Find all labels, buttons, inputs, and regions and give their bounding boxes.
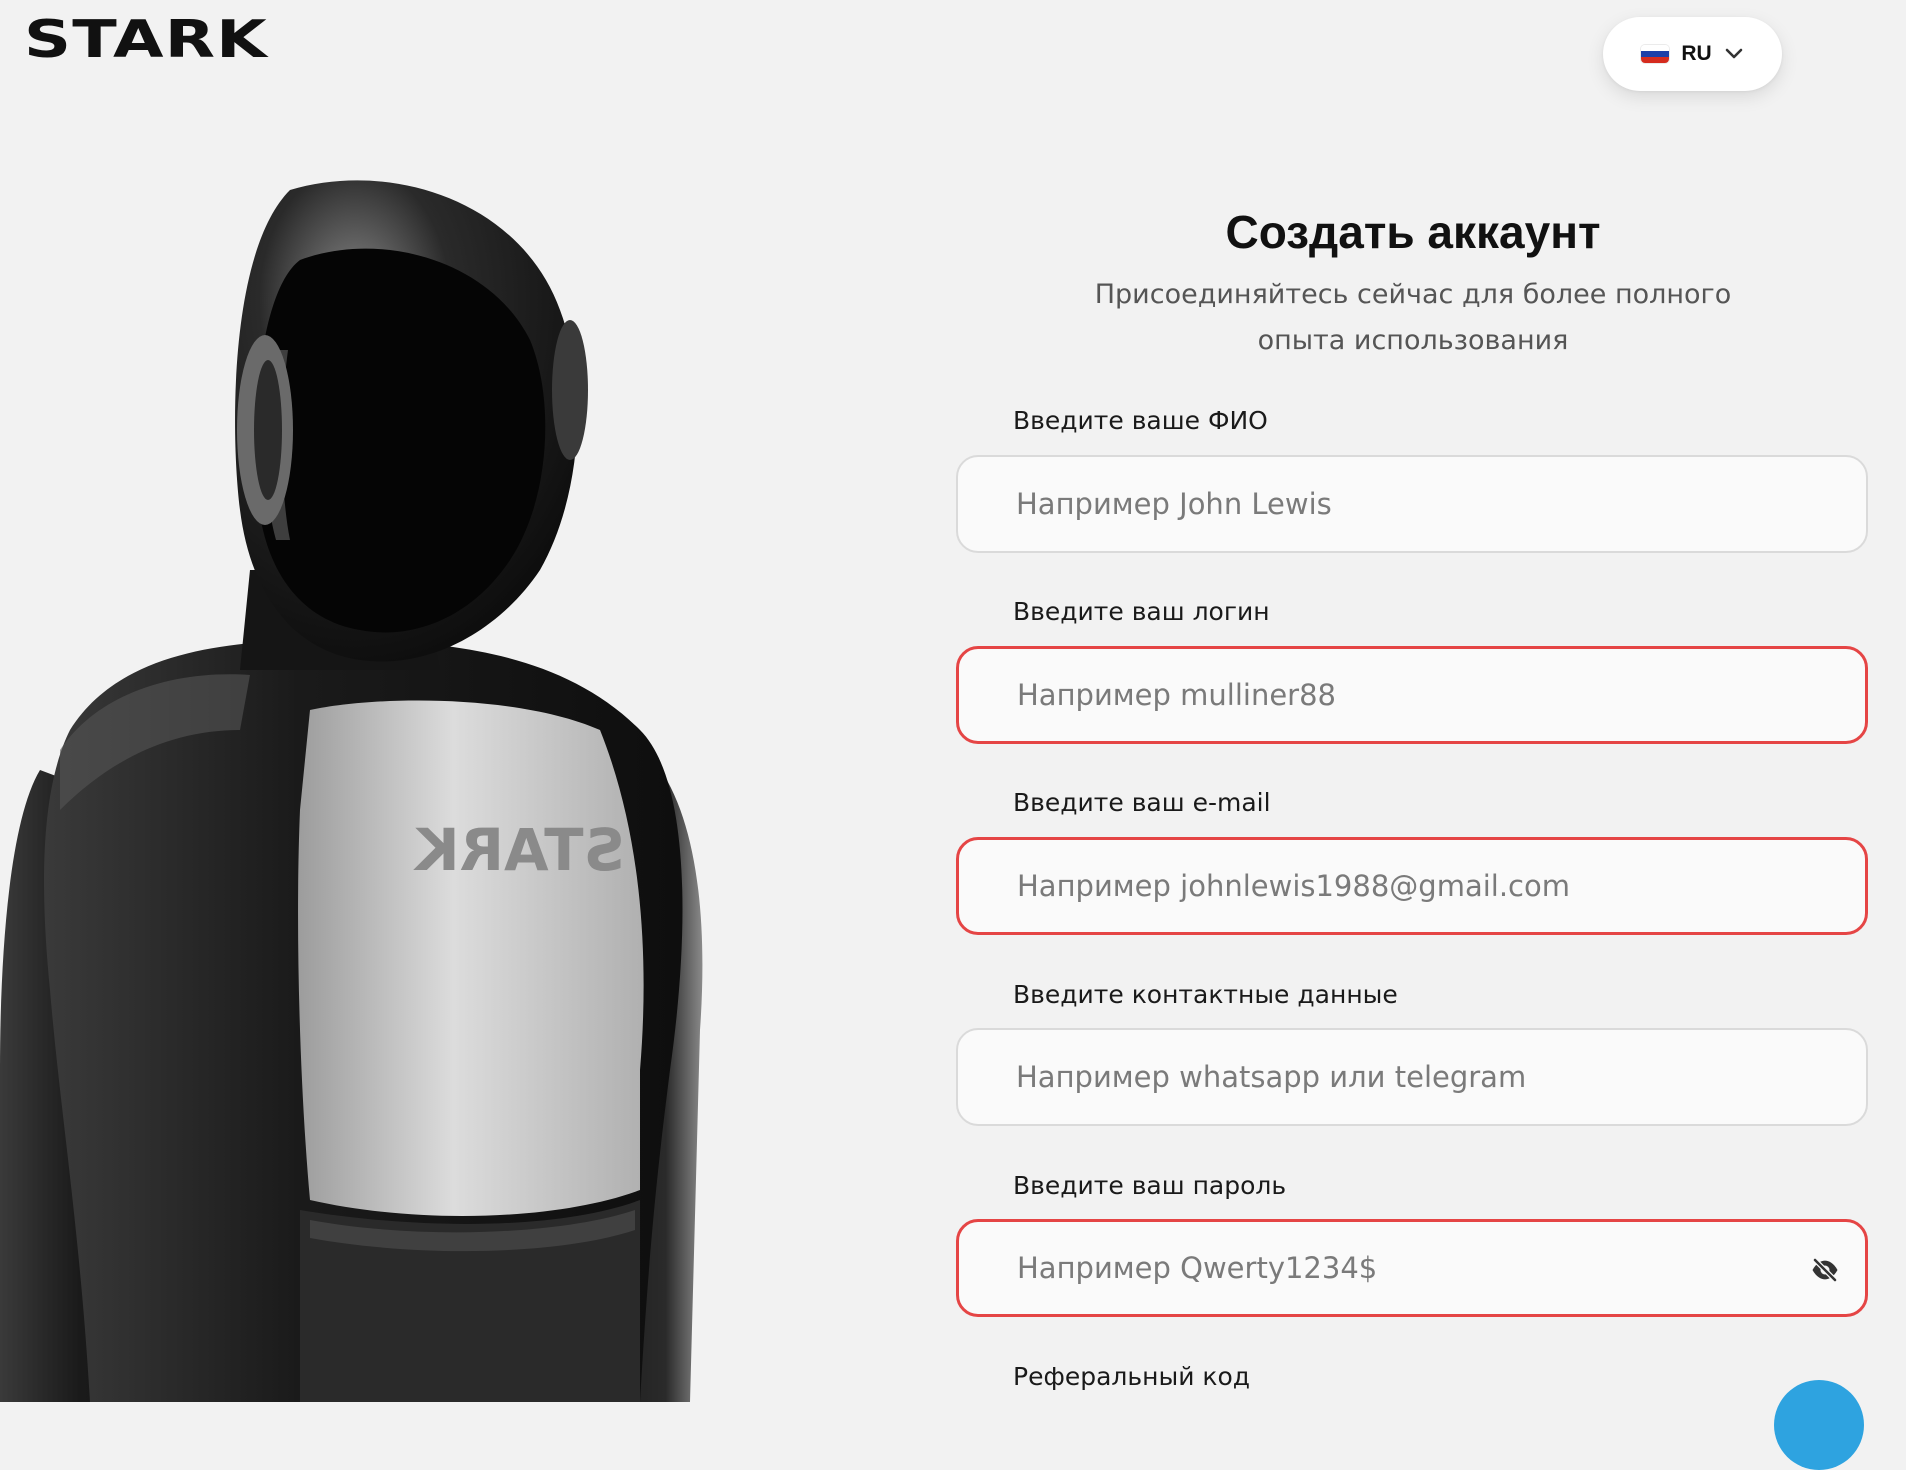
- email-label: Введите ваш e-mail: [1013, 788, 1271, 817]
- robot-right-ear: [552, 320, 588, 460]
- robot-chest-plate: [298, 700, 644, 1217]
- svg-text:STARK: STARK: [24, 14, 269, 60]
- chevron-down-icon: [1725, 48, 1742, 59]
- login-input[interactable]: [956, 646, 1868, 744]
- robot-torso-text: STARK: [413, 816, 625, 884]
- referral-label: Реферальный код: [1013, 1362, 1251, 1391]
- page-title: Создать аккаунт: [1225, 206, 1601, 258]
- stark-logo[interactable]: STARK: [24, 14, 274, 60]
- password-input[interactable]: [956, 1219, 1868, 1317]
- page-subtitle: Присоединяйтесь сейчас для более полного…: [1094, 279, 1732, 356]
- password-label: Введите ваш пароль: [1013, 1171, 1287, 1200]
- contacts-input[interactable]: [956, 1028, 1868, 1126]
- contacts-label: Введите контактные данные: [1013, 980, 1398, 1009]
- russia-flag-icon: [1641, 45, 1670, 63]
- eye-off-icon[interactable]: [1810, 1255, 1840, 1285]
- language-selector[interactable]: RU: [1603, 17, 1782, 91]
- language-code: RU: [1681, 42, 1712, 65]
- support-chat-button[interactable]: [1774, 1380, 1864, 1470]
- fullname-input[interactable]: [956, 455, 1868, 553]
- fullname-label: Введите ваше ФИО: [1013, 406, 1268, 435]
- email-input[interactable]: [956, 837, 1868, 935]
- login-label: Введите ваш логин: [1013, 597, 1270, 626]
- robot-illustration: STARK: [0, 180, 703, 1402]
